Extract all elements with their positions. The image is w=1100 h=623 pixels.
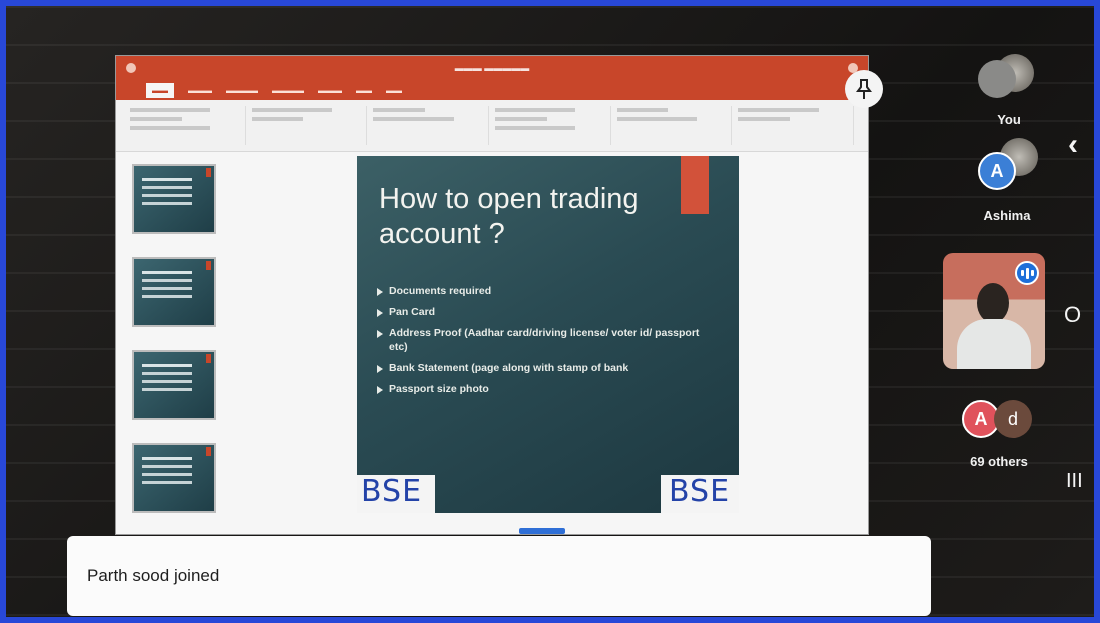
video-person xyxy=(977,283,1009,323)
participant-name: Ashima xyxy=(983,208,1031,223)
shared-screen: ▬▬▬ ▬▬▬▬▬ ▬▬ ▬▬▬ ▬▬▬▬ ▬▬▬▬ ▬▬▬ ▬▬ ▬▬ How… xyxy=(116,56,868,534)
participant-ashima[interactable]: A Ashima xyxy=(970,138,1044,230)
participant-name: You xyxy=(997,112,1021,127)
slide-thumbnail xyxy=(132,350,216,420)
ribbon-group xyxy=(373,106,490,145)
ribbon-group xyxy=(616,106,733,145)
ribbon-group xyxy=(738,106,855,145)
meeting-window: ▬▬▬ ▬▬▬▬▬ ▬▬ ▬▬▬ ▬▬▬▬ ▬▬▬▬ ▬▬▬ ▬▬ ▬▬ How… xyxy=(0,0,1100,623)
participant-others[interactable]: A d 69 others xyxy=(954,398,1044,472)
video-person xyxy=(957,319,1031,369)
chevron-left-icon[interactable]: ‹ xyxy=(1068,128,1078,162)
ribbon-tab: ▬▬▬ xyxy=(188,85,212,95)
ribbon-tab: ▬▬▬▬ xyxy=(226,85,258,95)
slide-bullet: Bank Statement (page along with stamp of… xyxy=(375,361,715,375)
slide-bullet-list: Documents required Pan Card Address Proo… xyxy=(375,284,715,403)
ribbon-toolbar xyxy=(116,100,868,152)
slide-bullet: Passport size photo xyxy=(375,382,715,396)
slide-thumbnail xyxy=(132,164,216,234)
bse-logo: BSE xyxy=(361,474,423,509)
slide-title: How to open trading account ? xyxy=(379,183,639,250)
participant-count: 69 others xyxy=(970,454,1028,469)
ribbon-group xyxy=(495,106,611,145)
pin-icon-glyph xyxy=(856,79,872,99)
ribbon-tab: ▬▬ xyxy=(356,85,372,95)
window-title-blur: ▬▬▬ ▬▬▬▬▬ xyxy=(454,63,530,73)
circle-icon[interactable]: O xyxy=(1064,302,1081,328)
ribbon-tabs: ▬▬ ▬▬▬ ▬▬▬▬ ▬▬▬▬ ▬▬▬ ▬▬ ▬▬ xyxy=(116,80,868,100)
presenting-indicator xyxy=(519,528,565,534)
bse-logo: BSE xyxy=(669,474,731,509)
powerpoint-titlebar: ▬▬▬ ▬▬▬▬▬ xyxy=(116,56,868,80)
ribbon-group xyxy=(251,106,368,145)
notification-text: Parth sood joined xyxy=(87,566,220,585)
ribbon-group xyxy=(130,106,246,145)
join-notification: Parth sood joined xyxy=(67,536,931,616)
pin-icon[interactable] xyxy=(845,70,883,108)
ribbon-tab: ▬▬ xyxy=(146,82,174,98)
slide-accent-bar xyxy=(681,156,709,214)
avatar xyxy=(978,60,1016,98)
slide-bullet: Pan Card xyxy=(375,305,715,319)
participant-video-tile[interactable] xyxy=(943,253,1045,369)
ribbon-tab: ▬▬▬ xyxy=(318,85,342,95)
participant-you[interactable]: You xyxy=(974,54,1044,128)
current-slide: How to open trading account ? Documents … xyxy=(357,156,739,513)
speaking-icon xyxy=(1015,261,1039,285)
slide-thumbnails xyxy=(132,164,216,536)
ribbon-tab: ▬▬▬▬ xyxy=(272,85,304,95)
slide-thumbnail xyxy=(132,257,216,327)
slide-thumbnail xyxy=(132,443,216,513)
avatar: d xyxy=(994,400,1032,438)
ribbon-tab: ▬▬ xyxy=(386,85,402,95)
bars-icon[interactable]: III xyxy=(1066,470,1083,493)
slide-bullet: Address Proof (Aadhar card/driving licen… xyxy=(375,326,715,354)
slide-bullet: Documents required xyxy=(375,284,715,298)
avatar: A xyxy=(978,152,1016,190)
app-icon xyxy=(126,63,136,73)
